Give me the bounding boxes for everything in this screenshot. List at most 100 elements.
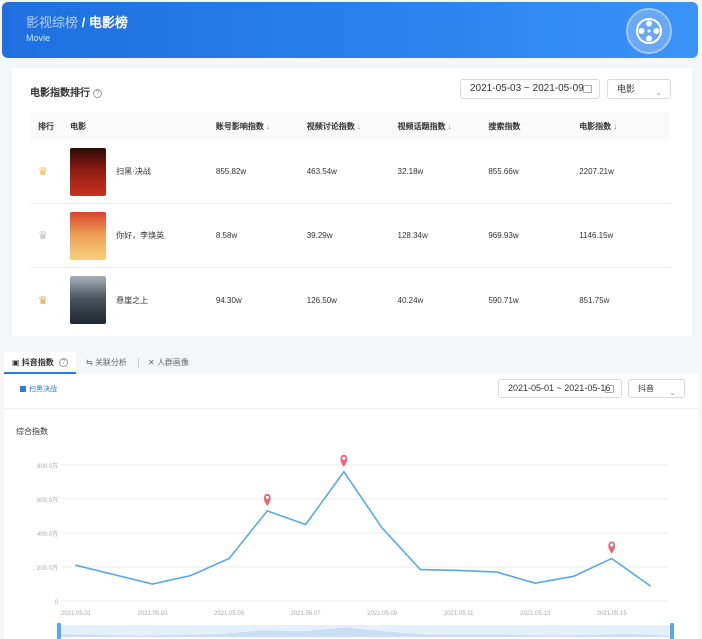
legend-label: 扫黑决战 xyxy=(29,386,57,393)
calendar-icon xyxy=(583,85,592,93)
page-title: 影视综榜 / 电影榜 xyxy=(26,12,128,31)
movie-poster[interactable] xyxy=(70,276,107,324)
series-legend[interactable]: 扫黑决战 xyxy=(20,384,57,394)
chart-area: 综合指数 0 200.0万 400.0万 600.0万 800.0万 2021.05.01… xyxy=(4,408,698,639)
data-point xyxy=(572,575,575,578)
gold-crown-icon: ♛ xyxy=(38,166,48,178)
data-point xyxy=(649,584,651,587)
cell-account-influence: 855.82w xyxy=(215,167,247,176)
movie-title[interactable]: 你好，李焕英 xyxy=(116,230,164,241)
category-selected: 电影 xyxy=(617,84,636,94)
index-tabs: ▣ 抖音指数 ? ⇆ 关联分析 ✕ 人群画像 xyxy=(4,352,698,374)
cell-search: 855.66w xyxy=(488,167,519,176)
bronze-crown-icon: ♛ xyxy=(38,294,48,307)
data-point xyxy=(419,568,422,571)
data-point xyxy=(381,527,384,529)
sort-icon[interactable]: ↓ xyxy=(357,122,361,131)
sort-icon[interactable]: ↓ xyxy=(266,122,270,131)
cell-search: 969.93w xyxy=(488,231,519,240)
movie-title[interactable]: 悬崖之上 xyxy=(116,295,148,306)
ranking-date-picker[interactable]: 2021-05-03 ~ 2021-05-09 xyxy=(460,79,600,99)
col-header-search: 搜索指数 xyxy=(488,121,521,131)
col-header-video-topic[interactable]: 视频话题指数 ↓ xyxy=(398,121,489,132)
col-header-rank: 排行 xyxy=(38,121,54,131)
silver-crown-icon: ♛ xyxy=(38,230,48,242)
ranking-date-range: 2021-05-03 ~ 2021-05-09 xyxy=(470,83,584,94)
people-icon: ✕ xyxy=(148,358,155,367)
data-point xyxy=(496,571,498,573)
y-tick-label: 400.0万 xyxy=(37,531,58,538)
col-header-movie-index[interactable]: 电影指数 ↓ xyxy=(579,121,670,132)
breadcrumb-separator: / xyxy=(78,15,89,30)
data-point xyxy=(610,557,613,560)
y-tick-label: 0 xyxy=(55,600,59,606)
data-point xyxy=(151,583,154,585)
douyin-index-panel: 扫黑决战 2021-05-01 ~ 2021-05-16 抖音 ⌄ 综合指数 0… xyxy=(4,374,698,639)
cell-account-influence: 8.58w xyxy=(215,231,238,240)
chevron-down-icon: ⌄ xyxy=(669,388,676,397)
page-subtitle: Movie xyxy=(26,33,51,43)
x-tick-label: 2021.05.07 xyxy=(291,611,322,617)
breadcrumb-parent[interactable]: 影视综榜 xyxy=(26,15,78,30)
chevron-down-icon: ⌄ xyxy=(655,88,662,97)
cell-video-discussion: 126.50w xyxy=(306,295,337,305)
cell-movie-index: 1146.15w xyxy=(579,231,614,240)
data-point xyxy=(342,470,345,473)
table-row[interactable]: ♛ 扫黑·决战 855.82w 463.54w 32.18w 855.66w 2… xyxy=(30,140,670,204)
platform-select[interactable]: 抖音 ⌄ xyxy=(628,379,685,398)
sort-icon[interactable]: ↓ xyxy=(448,122,452,131)
movie-poster[interactable] xyxy=(70,211,107,260)
calendar-icon xyxy=(605,385,614,393)
sort-icon[interactable]: ↓ xyxy=(613,122,617,131)
y-tick-label: 200.0万 xyxy=(37,565,58,572)
x-tick-label: 2021.05.09 xyxy=(367,611,398,617)
movie-poster[interactable] xyxy=(70,147,107,196)
category-select[interactable]: 电影 ⌄ xyxy=(607,79,671,99)
data-point xyxy=(266,510,269,512)
event-marker-dot xyxy=(265,495,269,499)
tab-douyin-index[interactable]: ▣ 抖音指数 ? xyxy=(4,352,77,374)
x-tick-label: 2021.05.15 xyxy=(597,611,628,617)
film-reel-icon xyxy=(626,8,672,54)
cell-movie-index: 851.75w xyxy=(579,295,610,305)
legend-swatch xyxy=(20,386,26,392)
cell-video-topic: 32.18w xyxy=(397,167,424,176)
table-header: 排行 电影 账号影响指数 ↓ 视频讨论指数 ↓ 视频话题指数 ↓ 搜索指数 电影指数 ↓ xyxy=(30,112,670,140)
data-point xyxy=(304,523,307,526)
cell-search: 590.71w xyxy=(488,295,519,305)
table-row[interactable]: ♛ 你好，李焕英 8.58w 39.29w 128.34w 969.93w 11… xyxy=(30,204,670,268)
table-row[interactable]: ♛ 悬崖之上 94.30w 126.50w 40.24w 590.71w 851… xyxy=(30,268,670,332)
tab-related-analysis[interactable]: ⇆ 关联分析 xyxy=(86,352,127,374)
cell-video-discussion: 39.29w xyxy=(306,231,333,240)
event-marker-dot xyxy=(610,543,614,547)
ranking-title-text: 电影指数排行 xyxy=(30,88,90,99)
data-point xyxy=(189,574,192,577)
tab-audience-profile[interactable]: ✕ 人群画像 xyxy=(148,352,189,374)
data-point xyxy=(457,569,460,572)
cell-video-topic: 128.34w xyxy=(397,231,428,240)
zoom-handle-right[interactable] xyxy=(670,623,674,639)
event-marker xyxy=(608,541,616,554)
ranking-title: 电影指数排行? xyxy=(30,84,102,99)
col-header-movie: 电影 xyxy=(70,121,87,131)
series-line xyxy=(75,470,651,587)
data-point xyxy=(75,564,77,567)
data-point xyxy=(228,557,230,560)
x-tick-label: 2021.05.05 xyxy=(214,611,245,617)
event-marker xyxy=(263,493,271,506)
col-header-video-discussion[interactable]: 视频讨论指数 ↓ xyxy=(307,121,398,132)
header-banner: 影视综榜 / 电影榜 Movie xyxy=(2,2,698,58)
y-tick-label: 600.0万 xyxy=(37,497,58,504)
link-icon: ⇆ xyxy=(86,358,93,367)
help-icon[interactable]: ? xyxy=(93,88,102,98)
movie-title[interactable]: 扫黑·决战 xyxy=(116,166,151,177)
chart-box-icon: ▣ xyxy=(12,358,20,367)
y-tick-label: 800.0万 xyxy=(37,463,58,470)
data-point xyxy=(113,573,116,576)
cell-account-influence: 94.30w xyxy=(215,295,242,305)
help-icon[interactable]: ? xyxy=(59,358,69,368)
chart-date-picker[interactable]: 2021-05-01 ~ 2021-05-16 xyxy=(498,379,622,398)
col-header-account-influence[interactable]: 账号影响指数 ↓ xyxy=(216,121,307,132)
breadcrumb-current: 电影榜 xyxy=(88,15,128,30)
zoom-handle-left[interactable] xyxy=(57,623,61,639)
